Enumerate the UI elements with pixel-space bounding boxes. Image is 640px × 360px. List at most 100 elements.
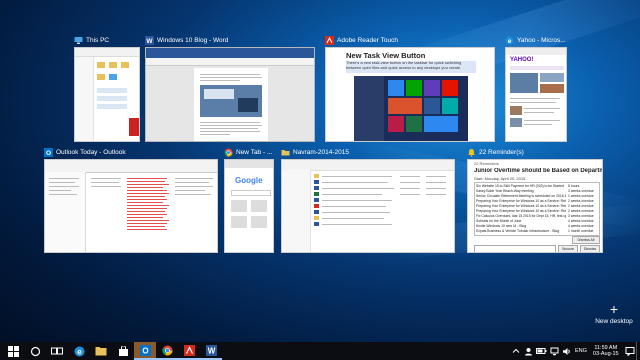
clock[interactable]: 11:59 AM 03-Aug-15 <box>593 345 619 358</box>
this-pc-icon <box>74 36 83 45</box>
reminder-item-due: 2 weeks overdue <box>568 204 594 208</box>
people-icon[interactable] <box>524 347 533 356</box>
search-circle-icon <box>30 346 40 356</box>
reminder-date: Start: Monday, April 20, 2015 <box>474 176 526 181</box>
start-button[interactable] <box>2 342 24 360</box>
notifications-icon[interactable] <box>625 346 635 356</box>
reminder-list-item[interactable]: Expats Business & Vehicle Tubular Infras… <box>476 229 598 234</box>
reminder-item-due: 3 weeks overdue <box>568 214 594 218</box>
document-heading: New Task View Button <box>346 51 426 60</box>
file-explorer-icon <box>95 347 107 356</box>
task-view-window-edge[interactable]: e Yahoo - Micros... YAHOO! <box>505 33 567 142</box>
window-title-bar: e Yahoo - Micros... <box>505 33 567 47</box>
reminder-item-subject: Kasey Bobb Year Reach-Way meeting <box>476 189 534 193</box>
reminder-item-due: 2 weeks overdue <box>568 209 594 213</box>
new-desktop-label: New desktop <box>595 318 633 325</box>
search-button[interactable] <box>24 342 46 360</box>
folder-icon <box>281 148 290 157</box>
network-icon[interactable] <box>550 347 559 356</box>
window-title: Navram-2014-2015 <box>293 148 350 156</box>
adobe-reader-icon <box>183 344 195 356</box>
dismiss-all-button[interactable]: Dismiss All <box>572 236 600 244</box>
snooze-button[interactable]: Snooze <box>558 245 578 252</box>
window-title-bar: Navram-2014-2015 <box>281 145 455 159</box>
word-icon: W <box>145 35 154 45</box>
reminder-item-due: 2 weeks overdue <box>568 199 594 203</box>
taskbar-file-explorer[interactable] <box>90 342 112 360</box>
svg-text:O: O <box>46 150 51 157</box>
task-view-window-outlook[interactable]: O Outlook Today - Outlook <box>44 145 218 253</box>
window-thumbnail: YAHOO! <box>505 47 567 142</box>
svg-text:W: W <box>146 38 153 45</box>
svg-text:e: e <box>77 347 82 356</box>
outlook-icon: O <box>139 344 151 356</box>
start-menu-screenshot <box>354 76 468 141</box>
reminder-item-due: 4 weeks overdue <box>568 224 594 228</box>
window-title: Outlook Today - Outlook <box>56 148 126 156</box>
reminder-subject: Junior Overtime should be Based on Depar… <box>474 168 602 174</box>
clock-date: 03-Aug-15 <box>592 351 619 357</box>
reminder-header: 22 Reminders <box>474 161 499 166</box>
window-title-bar: 22 Reminder(s) <box>467 145 603 159</box>
window-title: Windows 10 Blog - Word <box>157 36 229 44</box>
reminder-item-subject: Expats Business & Vehicle Tubular Infras… <box>476 229 560 233</box>
volume-icon[interactable] <box>562 347 571 356</box>
reminder-item-due: 3 weeks overdue <box>568 189 594 193</box>
reminder-item-due: 4 weeks overdue <box>568 219 594 223</box>
taskbar-outlook[interactable]: O <box>134 342 156 360</box>
reminder-list: Sin Website 15 to Skill Payment for HR (… <box>474 182 600 236</box>
task-view-icon <box>51 347 63 355</box>
battery-icon[interactable] <box>536 347 547 355</box>
dismiss-button[interactable]: Dismiss <box>580 245 600 252</box>
window-thumbnail <box>281 159 455 253</box>
taskbar-adobe-reader[interactable] <box>178 342 200 360</box>
adobe-reader-icon <box>325 35 334 45</box>
window-title: This PC <box>86 36 110 44</box>
window-title-bar: W Windows 10 Blog - Word <box>145 33 315 47</box>
reminder-item-subject: Sobsets for the Month of June <box>476 219 522 223</box>
task-view-window-folder[interactable]: Navram-2014-2015 <box>281 145 455 253</box>
reminder-item-subject: Preparing Your Enterprise for Windows 10… <box>476 209 566 213</box>
task-view-window-reminders[interactable]: 22 Reminder(s) 22 Reminders Junior Overt… <box>467 145 603 253</box>
svg-text:O: O <box>142 346 148 355</box>
window-title: 22 Reminder(s) <box>479 148 524 156</box>
window-thumbnail: 22 Reminders Junior Overtime should be B… <box>467 159 603 253</box>
window-title-bar: New Tab - ... <box>224 145 274 159</box>
window-thumbnail <box>44 159 218 253</box>
reminder-item-subject: Kindle Windows 10 new UI - Blog <box>476 224 527 228</box>
outlook-icon: O <box>44 147 53 157</box>
svg-text:e: e <box>508 38 512 45</box>
reminder-item-subject: Fix Calculus Overdued, last 15 2015 for … <box>476 214 566 218</box>
taskbar-store[interactable] <box>112 342 134 360</box>
taskbar-word[interactable]: W <box>200 342 222 360</box>
task-view-window-word[interactable]: W Windows 10 Blog - Word <box>145 33 315 142</box>
edge-icon: e <box>505 36 514 45</box>
taskbar-chrome[interactable] <box>156 342 178 360</box>
window-title: Yahoo - Micros... <box>517 36 566 44</box>
reminder-item-subject: Sin Website 15 to Skill Payment for HR (… <box>476 184 564 188</box>
show-desktop-button[interactable] <box>636 342 640 360</box>
bell-icon <box>467 148 476 157</box>
reminder-item-subject: Preparing Your Enterprise for Windows 10… <box>476 199 566 203</box>
chrome-icon <box>224 148 233 157</box>
edge-icon: e <box>74 346 84 356</box>
task-view-window-this-pc[interactable]: This PC <box>74 33 140 142</box>
chevron-up-icon[interactable] <box>512 347 520 355</box>
window-thumbnail <box>74 47 140 142</box>
reminder-item-due: 1 month overdue <box>568 229 594 233</box>
chrome-icon <box>161 345 172 355</box>
window-thumbnail <box>145 47 315 142</box>
input-language[interactable]: ENG <box>575 348 587 354</box>
window-title-bar: This PC <box>74 33 140 47</box>
task-view-window-adobe-reader[interactable]: Adobe Reader Touch New Task View Button … <box>325 33 495 142</box>
window-title: New Tab - ... <box>236 148 273 156</box>
start-icon <box>7 345 19 357</box>
taskbar-edge[interactable]: e <box>68 342 90 360</box>
reminder-item-subject: Senior Circulate Retirement Meeting is s… <box>476 194 566 198</box>
new-desktop-button[interactable]: + New desktop <box>592 302 636 332</box>
task-view-window-chrome[interactable]: New Tab - ... Google <box>224 145 274 253</box>
system-tray: ENG 11:59 AM 03-Aug-15 <box>512 342 635 360</box>
window-thumbnail: Google <box>224 159 274 253</box>
task-view-button[interactable] <box>46 342 68 360</box>
snooze-select[interactable] <box>474 245 556 252</box>
